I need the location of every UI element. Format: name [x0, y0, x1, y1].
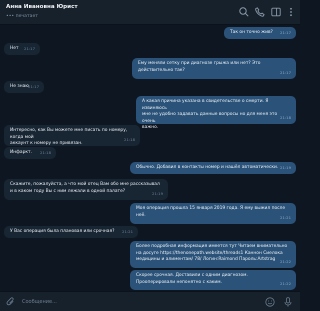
message-outgoing[interactable]: Обычно. Добавил в контакты номер и нашёл…: [130, 162, 296, 174]
emoji-icon[interactable]: [264, 296, 276, 308]
message-time: 21:22: [280, 281, 291, 287]
message-time: 21:17: [280, 30, 291, 36]
message-incoming[interactable]: У Вас операция была плановая или срочная…: [4, 226, 138, 238]
message-incoming[interactable]: Скажите, пожалуйста, а что мой отец Вам …: [4, 179, 168, 200]
message-incoming[interactable]: Интересно, как Вы можете мне писать по н…: [4, 125, 140, 146]
message-outgoing[interactable]: Так он точно жив? 21:17: [224, 27, 296, 39]
message-incoming[interactable]: Инфаркт. 21:18: [4, 147, 56, 159]
attach-icon[interactable]: [5, 296, 17, 308]
message-time: 21:21: [280, 215, 291, 221]
message-outgoing[interactable]: Скорее срочная. Доставили с одним диагно…: [130, 270, 296, 290]
search-icon[interactable]: [238, 6, 250, 18]
message-text: А какая причина указана в свидетельстве …: [142, 99, 278, 131]
message-text: У Вас операция была плановая или срочная…: [10, 229, 115, 234]
message-time: 21:18: [124, 137, 135, 143]
message-text: Более подробная информация имеется тут Ч…: [136, 244, 288, 263]
message-time: 21:17: [28, 84, 39, 90]
message-time: 21:18: [40, 150, 51, 156]
typing-status: ••• печатает: [6, 14, 38, 19]
message-time: 21:21: [122, 229, 133, 235]
message-time: 21:17: [280, 70, 291, 76]
message-text: Интересно, как Вы можете мне писать по н…: [10, 128, 128, 147]
message-input[interactable]: Сообщение...: [22, 296, 252, 308]
message-outgoing[interactable]: Более подробная информация имеется тут Ч…: [130, 241, 296, 268]
message-outgoing[interactable]: Моя операция прошла 15 января 2019 года.…: [130, 203, 296, 224]
message-text: Моя операция прошла 15 января 2019 года.…: [136, 206, 286, 218]
message-text: Скорее срочная. Доставили с одним диагно…: [136, 273, 248, 285]
columns-icon[interactable]: [270, 6, 282, 18]
message-incoming[interactable]: Не знаю 21:17: [4, 81, 44, 93]
message-composer: Сообщение...: [0, 291, 300, 311]
message-text: Скажите, пожалуйста, а что мой отец Вам …: [10, 182, 160, 194]
microphone-icon[interactable]: [282, 296, 294, 308]
chat-title[interactable]: Анна Ивановна Юрист: [6, 4, 78, 10]
message-time: 21:19: [280, 165, 291, 171]
message-time: 21:17: [24, 46, 35, 52]
chat-header: Анна Ивановна Юрист ••• печатает: [0, 0, 300, 25]
message-incoming[interactable]: Нет 21:17: [4, 43, 40, 55]
message-time: 21:19: [152, 191, 163, 197]
message-time: 21:22: [280, 259, 291, 265]
more-icon[interactable]: [285, 6, 297, 18]
message-outgoing[interactable]: Ему меняли сетку при диагнозе грыжа или …: [132, 58, 296, 79]
message-text: Обычно. Добавил в контакты номер и нашёл…: [136, 165, 279, 170]
message-list[interactable]: Так он точно жив? 21:17 Нет 21:17 Ему ме…: [0, 26, 300, 291]
phone-icon[interactable]: [254, 6, 266, 18]
message-outgoing[interactable]: А какая причина указана в свидетельстве …: [136, 96, 296, 130]
message-time: 21:18: [280, 115, 291, 121]
message-text: Ему меняли сетку при диагнозе грыжа или …: [138, 61, 261, 73]
